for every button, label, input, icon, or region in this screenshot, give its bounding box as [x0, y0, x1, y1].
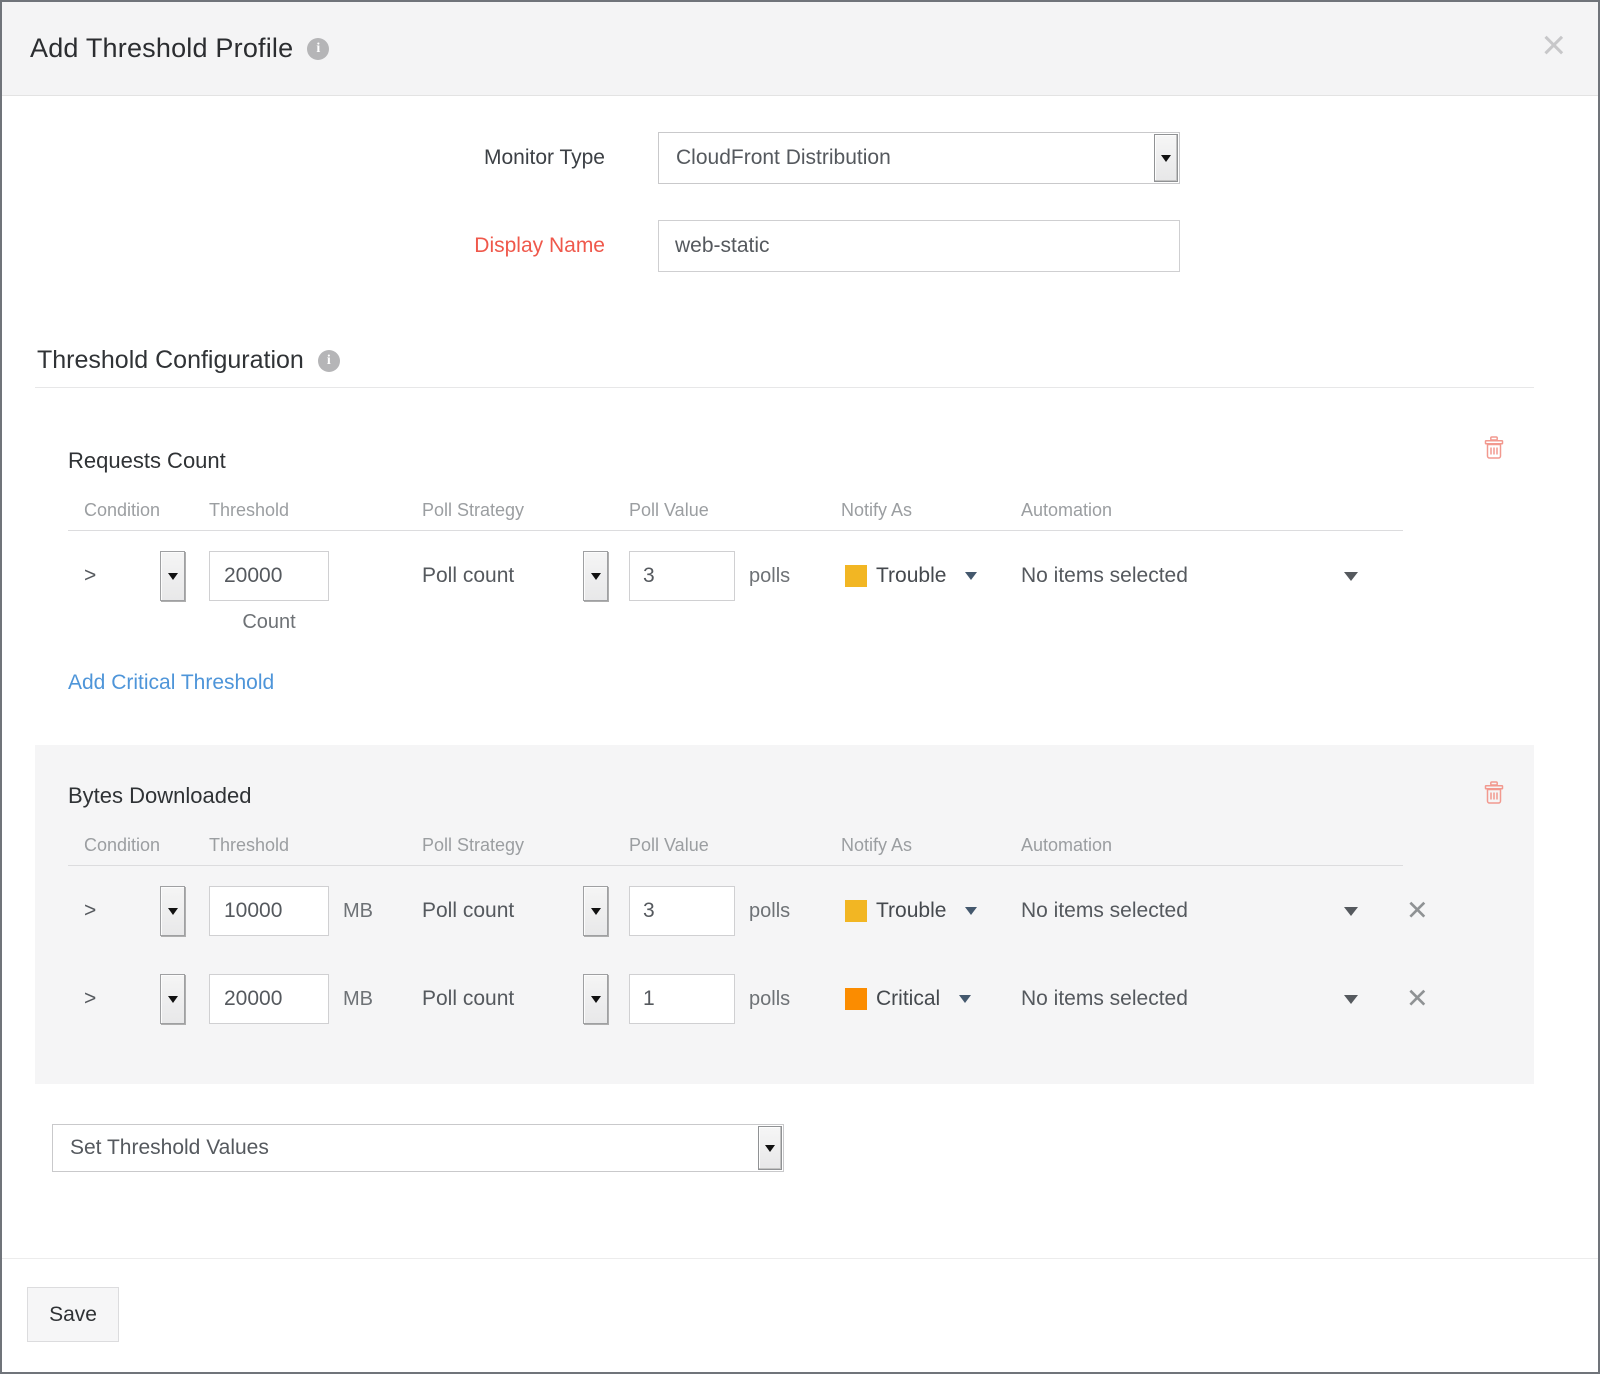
automation-value: No items selected [1021, 899, 1188, 923]
display-name-row: Display Name [2, 220, 1598, 272]
chevron-down-icon[interactable] [1154, 134, 1178, 182]
severity-label: Trouble [876, 899, 946, 923]
column-headers: Condition Threshold Poll Strategy Poll V… [68, 500, 1403, 531]
chevron-down-icon[interactable] [758, 1126, 782, 1170]
notify-as-dropdown[interactable]: Critical [841, 987, 1021, 1011]
threshold-input[interactable] [209, 551, 329, 601]
poll-value-input[interactable] [629, 974, 735, 1024]
poll-strategy-dropdown[interactable] [583, 974, 608, 1024]
severity-label: Trouble [876, 564, 946, 588]
dialog-header: Add Threshold Profile i × [2, 2, 1598, 96]
severity-color-swatch [845, 900, 867, 922]
poll-value-unit: polls [749, 900, 790, 923]
caret-down-icon [1344, 907, 1358, 916]
save-button[interactable]: Save [27, 1287, 119, 1342]
monitor-type-row: Monitor Type CloudFront Distribution [2, 132, 1598, 184]
column-headers: Condition Threshold Poll Strategy Poll V… [68, 835, 1403, 866]
trash-icon[interactable] [1484, 436, 1504, 464]
col-notify-as: Notify As [841, 500, 1021, 521]
col-notify-as: Notify As [841, 835, 1021, 856]
section-requests-count: Requests Count Condition Threshold Poll … [35, 448, 1534, 695]
col-threshold: Threshold [209, 500, 422, 521]
poll-strategy-value: Poll count [422, 899, 514, 923]
condition-value: > [84, 899, 96, 923]
col-condition: Condition [68, 835, 209, 856]
condition-dropdown[interactable] [160, 886, 185, 936]
threshold-configuration-title: Threshold Configuration [37, 346, 304, 375]
caret-down-icon [959, 995, 971, 1003]
col-threshold: Threshold [209, 835, 422, 856]
dialog-title: Add Threshold Profile [30, 33, 293, 64]
poll-strategy-dropdown[interactable] [583, 886, 608, 936]
caret-down-icon [965, 907, 977, 915]
display-name-input[interactable] [658, 220, 1180, 272]
close-icon[interactable]: × [1541, 24, 1566, 66]
notify-as-dropdown[interactable]: Trouble [841, 564, 1021, 588]
automation-value: No items selected [1021, 564, 1188, 588]
poll-value-unit: polls [749, 565, 790, 588]
notify-as-dropdown[interactable]: Trouble [841, 899, 1021, 923]
col-poll-value: Poll Value [629, 500, 841, 521]
severity-color-swatch [845, 988, 867, 1010]
metric-title: Bytes Downloaded [68, 783, 1501, 809]
condition-value: > [84, 987, 96, 1011]
caret-down-icon [965, 572, 977, 580]
threshold-configuration-heading: Threshold Configuration i [37, 346, 1598, 375]
poll-value-input[interactable] [629, 886, 735, 936]
remove-row-icon[interactable]: ✕ [1406, 986, 1429, 1013]
automation-value: No items selected [1021, 987, 1188, 1011]
col-poll-strategy: Poll Strategy [422, 835, 629, 856]
threshold-input[interactable] [209, 974, 329, 1024]
section-divider [35, 387, 1534, 388]
threshold-input[interactable] [209, 886, 329, 936]
threshold-unit: MB [343, 988, 373, 1011]
trash-icon[interactable] [1484, 781, 1504, 809]
monitor-type-select[interactable]: CloudFront Distribution [658, 132, 1180, 184]
automation-dropdown[interactable]: No items selected [1021, 564, 1403, 588]
automation-dropdown[interactable]: No items selected [1021, 987, 1403, 1011]
caret-down-icon [1344, 572, 1358, 581]
col-condition: Condition [68, 500, 209, 521]
metric-title: Requests Count [68, 448, 1501, 474]
poll-value-input[interactable] [629, 551, 735, 601]
col-poll-strategy: Poll Strategy [422, 500, 629, 521]
condition-value: > [84, 564, 96, 588]
poll-strategy-dropdown[interactable] [583, 551, 608, 601]
severity-label: Critical [876, 987, 940, 1011]
automation-dropdown[interactable]: No items selected [1021, 899, 1403, 923]
add-threshold-profile-dialog: Add Threshold Profile i × Monitor Type C… [0, 0, 1600, 1374]
set-threshold-values-label: Set Threshold Values [53, 1136, 269, 1160]
condition-dropdown[interactable] [160, 551, 185, 601]
caret-down-icon [1344, 995, 1358, 1004]
col-automation: Automation [1021, 835, 1403, 856]
threshold-unit-label: Count [209, 611, 329, 634]
dialog-body: Monitor Type CloudFront Distribution Dis… [2, 96, 1598, 1258]
section-bytes-downloaded: Bytes Downloaded Condition Threshold Pol… [35, 745, 1534, 1084]
monitor-type-value: CloudFront Distribution [659, 146, 891, 170]
set-threshold-values-select[interactable]: Set Threshold Values [52, 1124, 784, 1172]
threshold-row: > MB Poll count polls Critical [68, 974, 1403, 1024]
display-name-label: Display Name [2, 234, 605, 258]
info-icon[interactable]: i [318, 350, 340, 372]
poll-strategy-value: Poll count [422, 987, 514, 1011]
col-automation: Automation [1021, 500, 1403, 521]
dialog-footer: Save [2, 1258, 1598, 1372]
threshold-row: > MB Poll count polls Trouble [68, 886, 1403, 936]
poll-value-unit: polls [749, 988, 790, 1011]
threshold-unit: MB [343, 900, 373, 923]
condition-dropdown[interactable] [160, 974, 185, 1024]
remove-row-icon[interactable]: ✕ [1406, 898, 1429, 925]
add-critical-threshold-link[interactable]: Add Critical Threshold [68, 671, 274, 695]
severity-color-swatch [845, 565, 867, 587]
poll-strategy-value: Poll count [422, 564, 514, 588]
monitor-type-label: Monitor Type [2, 146, 605, 170]
col-poll-value: Poll Value [629, 835, 841, 856]
threshold-row: > Count Poll count polls Trouble [68, 551, 1403, 601]
info-icon[interactable]: i [307, 38, 329, 60]
